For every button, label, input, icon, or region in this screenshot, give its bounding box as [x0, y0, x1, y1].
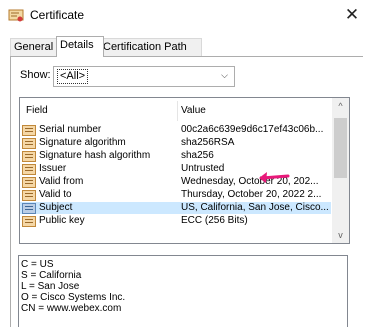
certificate-field-icon	[22, 138, 36, 149]
detail-line: S = California	[21, 270, 82, 281]
show-dropdown[interactable]: <All> ⌵	[53, 66, 235, 87]
column-divider[interactable]	[177, 101, 178, 121]
show-dropdown-value: <All>	[57, 69, 89, 84]
list-item[interactable]: Signature hash algorithm sha256	[20, 150, 331, 162]
field-value: sha256RSA	[181, 137, 235, 148]
title-bar: Certificate ✕	[0, 0, 367, 32]
certificate-field-icon	[22, 190, 36, 201]
list-item[interactable]: Valid to Thursday, October 20, 2022 2...	[20, 189, 331, 201]
certificate-field-icon	[22, 125, 36, 136]
detail-line: C = US	[21, 259, 54, 270]
certificate-icon	[8, 9, 24, 22]
close-button[interactable]: ✕	[337, 0, 367, 32]
show-label: Show:	[20, 69, 51, 81]
certificate-field-icon	[22, 164, 36, 175]
field-name: Subject	[39, 202, 73, 213]
field-name: Valid from	[39, 176, 84, 187]
tab-general[interactable]: General	[10, 38, 60, 56]
tab-details[interactable]: Details	[56, 36, 104, 57]
certificate-field-icon	[22, 151, 36, 162]
fields-list[interactable]: Field Value Serial number 00c2a6c639e9d6…	[19, 97, 350, 244]
list-item[interactable]: Serial number 00c2a6c639e9d6c17ef43c06b.…	[20, 124, 331, 136]
column-header-value[interactable]: Value	[181, 105, 206, 116]
detail-line: L = San Jose	[21, 281, 80, 292]
field-value: sha256	[181, 150, 214, 161]
detail-line: O = Cisco Systems Inc.	[21, 292, 126, 303]
list-header: Field Value	[20, 98, 331, 122]
field-name: Issuer	[39, 163, 67, 174]
list-item[interactable]: Signature algorithm sha256RSA	[20, 137, 331, 149]
certificate-subject-icon	[22, 203, 36, 214]
certificate-field-icon	[22, 177, 36, 188]
arrow-annotation-icon	[259, 172, 290, 183]
field-value: Thursday, October 20, 2022 2...	[181, 189, 322, 200]
scroll-up-arrow-icon[interactable]: ^	[332, 98, 349, 114]
chevron-down-icon: ⌵	[221, 70, 228, 80]
field-detail-box[interactable]: C = US S = California L = San Jose O = C…	[18, 255, 348, 327]
scroll-down-arrow-icon[interactable]: v	[332, 227, 349, 243]
list-item-selected[interactable]: Subject US, California, San Jose, Cisco.…	[20, 202, 331, 214]
column-header-field[interactable]: Field	[26, 105, 48, 116]
certificate-field-icon	[22, 216, 36, 227]
window-title: Certificate	[30, 8, 85, 22]
tab-strip: General Details Certification Path	[10, 36, 357, 57]
field-name: Valid to	[39, 189, 72, 200]
scroll-thumb[interactable]	[334, 118, 347, 178]
field-name: Signature algorithm	[39, 137, 126, 148]
tab-certification-path[interactable]: Certification Path	[99, 38, 202, 56]
list-item[interactable]: Public key ECC (256 Bits)	[20, 215, 331, 227]
vertical-scrollbar[interactable]: ^ v	[332, 98, 349, 243]
field-name: Signature hash algorithm	[39, 150, 151, 161]
field-name: Public key	[39, 215, 85, 226]
field-value: ECC (256 Bits)	[181, 215, 248, 226]
field-value: 00c2a6c639e9d6c17ef43c06b...	[181, 124, 324, 135]
detail-line: CN = www.webex.com	[21, 303, 122, 314]
field-name: Serial number	[39, 124, 102, 135]
field-value: US, California, San Jose, Cisco...	[181, 202, 329, 213]
